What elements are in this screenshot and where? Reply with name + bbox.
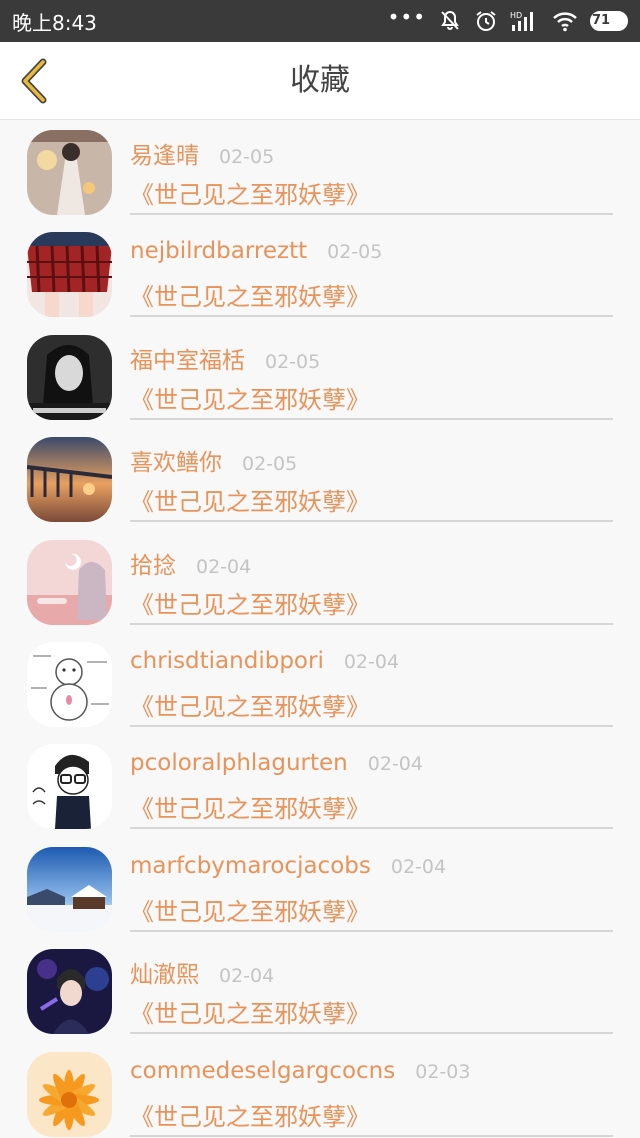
book-title[interactable]: 《世己见之至邪妖孽》 (130, 892, 370, 927)
item-body: pcoloralphlagurten 02-04 《世己见之至邪妖孽》 (130, 734, 613, 830)
username[interactable]: 易逢晴 (130, 136, 199, 170)
date: 02-04 (219, 965, 275, 988)
book-title[interactable]: 《世己见之至邪妖孽》 (130, 1097, 370, 1132)
wifi-icon (552, 10, 578, 32)
date: 02-05 (327, 241, 383, 264)
item-body: commedeselgargcocns 02-03 《世己见之至邪妖孽》 (130, 1042, 613, 1137)
username[interactable]: commedeselgargcocns (130, 1058, 395, 1084)
list-item[interactable]: 拾捻 02-04 《世己见之至邪妖孽》 (0, 530, 640, 632)
avatar[interactable] (27, 641, 112, 727)
avatar[interactable] (27, 130, 112, 215)
list-item[interactable]: chrisdtiandibpori 02-04 《世己见之至邪妖孽》 (0, 632, 640, 734)
item-body: 福中室福栝 02-05 《世己见之至邪妖孽》 (130, 325, 613, 420)
date: 02-03 (415, 1060, 471, 1083)
favorites-list: 易逢晴 02-05 《世己见之至邪妖孽》 nejbilrdbarreztt 02… (0, 120, 640, 1138)
list-item[interactable]: 福中室福栝 02-05 《世己见之至邪妖孽》 (0, 325, 640, 427)
username[interactable]: chrisdtiandibpori (130, 648, 324, 674)
book-title[interactable]: 《世己见之至邪妖孽》 (130, 789, 370, 824)
item-body: chrisdtiandibpori 02-04 《世己见之至邪妖孽》 (130, 632, 613, 727)
list-item[interactable]: commedeselgargcocns 02-03 《世己见之至邪妖孽》 (0, 1042, 640, 1138)
book-title[interactable]: 《世己见之至邪妖孽》 (130, 175, 370, 210)
avatar[interactable] (27, 437, 112, 523)
list-item[interactable]: nejbilrdbarreztt 02-05 《世己见之至邪妖孽》 (0, 222, 640, 324)
avatar[interactable] (27, 334, 112, 420)
book-title[interactable]: 《世己见之至邪妖孽》 (130, 585, 370, 620)
avatar[interactable] (27, 846, 112, 932)
date: 02-04 (196, 555, 252, 578)
list-item[interactable]: 易逢晴 02-05 《世己见之至邪妖孽》 (0, 120, 640, 222)
item-body: 灿澈熙 02-04 《世己见之至邪妖孽》 (130, 939, 613, 1035)
list-item[interactable]: pcoloralphlagurten 02-04 《世己见之至邪妖孽》 (0, 734, 640, 836)
more-dots-icon: ••• (387, 5, 426, 29)
avatar[interactable] (27, 232, 112, 318)
date: 02-05 (242, 453, 298, 476)
username[interactable]: pcoloralphlagurten (130, 750, 348, 776)
svg-text:HD: HD (510, 11, 522, 20)
username[interactable]: 灿澈熙 (130, 955, 199, 989)
status-icons: ••• HD 71 (387, 5, 628, 33)
notifications-off-icon (438, 9, 462, 33)
book-title[interactable]: 《世己见之至邪妖孽》 (130, 277, 370, 312)
date: 02-05 (265, 350, 321, 373)
app-header: 收藏 (0, 42, 640, 120)
date: 02-04 (343, 650, 400, 673)
date: 02-04 (367, 753, 423, 776)
date: 02-04 (390, 855, 447, 878)
battery-icon: 71 (590, 11, 628, 31)
username[interactable]: 喜欢鳝你 (130, 443, 222, 477)
book-title[interactable]: 《世己见之至邪妖孽》 (130, 687, 370, 722)
page-title: 收藏 (290, 63, 350, 98)
status-bar: 晚上8:43 ••• HD 71 (0, 0, 640, 42)
list-item[interactable]: 喜欢鳝你 02-05 《世己见之至邪妖孽》 (0, 427, 640, 529)
avatar[interactable] (27, 1051, 112, 1137)
book-title[interactable]: 《世己见之至邪妖孽》 (130, 482, 370, 517)
username[interactable]: 拾捻 (130, 546, 176, 580)
date: 02-05 (219, 146, 275, 168)
book-title[interactable]: 《世己见之至邪妖孽》 (130, 994, 370, 1029)
item-body: marfcbymarocjacobs 02-04 《世己见之至邪妖孽》 (130, 837, 613, 932)
alarm-icon (474, 9, 498, 33)
username[interactable]: 福中室福栝 (130, 341, 245, 375)
list-item[interactable]: marfcbymarocjacobs 02-04 《世己见之至邪妖孽》 (0, 837, 640, 939)
book-title[interactable]: 《世己见之至邪妖孽》 (130, 380, 370, 415)
hd-signal-icon: HD (510, 9, 540, 33)
avatar[interactable] (27, 949, 112, 1035)
item-body: 喜欢鳝你 02-05 《世己见之至邪妖孽》 (130, 427, 613, 523)
avatar[interactable] (27, 539, 112, 625)
item-body: 拾捻 02-04 《世己见之至邪妖孽》 (130, 530, 613, 625)
status-time: 晚上8:43 (12, 10, 97, 35)
item-body: 易逢晴 02-05 《世己见之至邪妖孽》 (130, 120, 613, 215)
item-body: nejbilrdbarreztt 02-05 《世己见之至邪妖孽》 (130, 222, 613, 318)
list-item[interactable]: 灿澈熙 02-04 《世己见之至邪妖孽》 (0, 939, 640, 1041)
avatar[interactable] (27, 744, 112, 830)
username[interactable]: nejbilrdbarreztt (130, 238, 307, 264)
username[interactable]: marfcbymarocjacobs (130, 853, 371, 879)
